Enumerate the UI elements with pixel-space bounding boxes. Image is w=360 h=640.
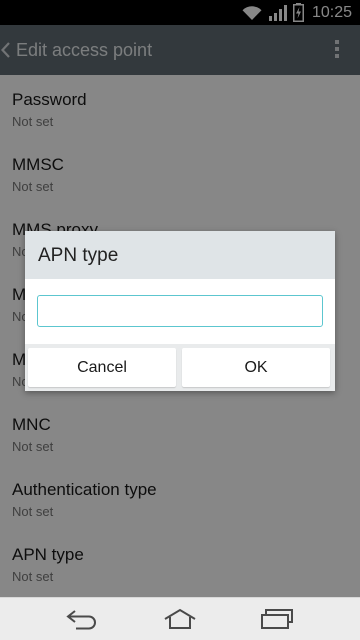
dialog-header: APN type — [25, 231, 335, 279]
apn-type-input[interactable] — [37, 295, 323, 327]
navigation-bar — [0, 597, 360, 640]
apn-type-dialog: APN type Cancel OK — [25, 231, 335, 391]
dialog-button-bar: Cancel OK — [25, 344, 335, 391]
recent-apps-icon[interactable] — [257, 606, 297, 632]
back-icon[interactable] — [62, 606, 102, 632]
ok-button[interactable]: OK — [182, 348, 330, 387]
cancel-button[interactable]: Cancel — [28, 348, 176, 387]
dialog-title: APN type — [38, 245, 119, 266]
home-icon[interactable] — [160, 606, 200, 632]
